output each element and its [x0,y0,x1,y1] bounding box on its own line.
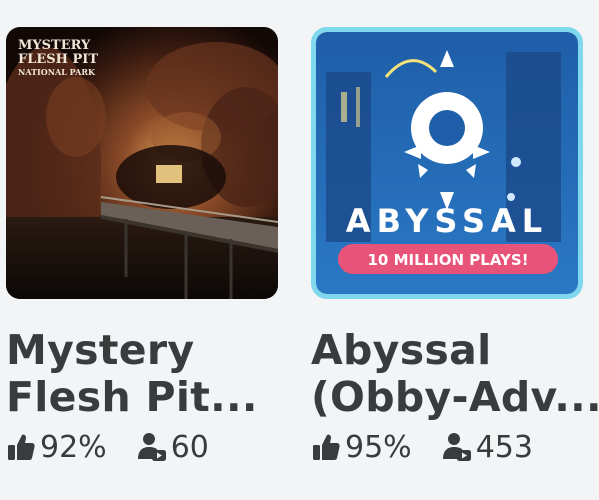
game-title[interactable]: Mystery Flesh Pit... [6,327,296,421]
rating-value: 95% [345,429,412,465]
players-icon [135,431,167,463]
players-stat: 453 [440,430,533,465]
game-title-line2: Flesh Pit... [6,373,258,421]
thumb-title: ABYSSAL [346,202,548,240]
thumb-logo-line3: NATIONAL PARK [18,67,96,77]
game-grid: MYSTERY FLESH PIT NATIONAL PARK Mystery … [0,0,599,500]
game-title-line1: Abyssal [311,327,492,374]
players-stat: 60 [135,430,209,465]
game-title-line2: (Obby-Adv... [311,373,599,421]
thumb-logo-line2: FLESH PIT [18,52,98,67]
game-thumbnail[interactable]: MYSTERY FLESH PIT NATIONAL PARK [6,27,278,299]
game-card-mystery-flesh-pit[interactable]: MYSTERY FLESH PIT NATIONAL PARK Mystery … [6,27,278,467]
players-value: 60 [170,429,209,465]
game-card-abyssal[interactable]: ABYSSAL 10 MILLION PLAYS! Abyssal (Obby-… [311,27,599,467]
game-stats: 95% 453 [311,427,583,467]
abyssal-thumbnail-art: ABYSSAL 10 MILLION PLAYS! [316,32,578,294]
cave-thumbnail-art: MYSTERY FLESH PIT NATIONAL PARK [6,27,278,299]
game-thumbnail[interactable]: ABYSSAL 10 MILLION PLAYS! [311,27,583,299]
thumb-logo-line1: MYSTERY [18,38,91,53]
thumb-banner: 10 MILLION PLAYS! [367,251,528,269]
thumbs-up-icon [311,432,341,462]
game-stats: 92% 60 [6,427,278,467]
game-title-line1: Mystery [6,327,195,374]
rating-stat: 95% [311,430,412,465]
game-title[interactable]: Abyssal (Obby-Adv... [311,327,599,421]
rating-stat: 92% [6,430,107,465]
players-value: 453 [475,429,533,465]
players-icon [440,431,472,463]
rating-value: 92% [40,429,107,465]
thumbs-up-icon [6,432,36,462]
